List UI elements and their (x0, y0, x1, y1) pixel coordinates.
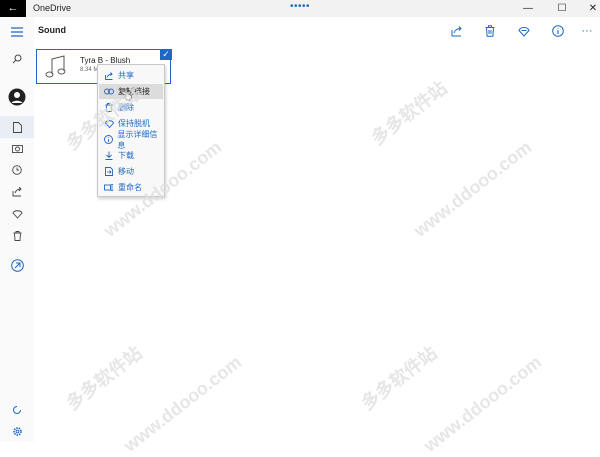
maximize-button[interactable]: ☐ (547, 0, 577, 17)
more-options-icon[interactable]: ··· (576, 21, 598, 41)
menu-label: 共享 (118, 71, 134, 80)
menu-item-download[interactable]: 下载 (99, 148, 163, 163)
drag-handle[interactable]: ••••• (285, 0, 315, 17)
minimize-button[interactable]: — (513, 0, 543, 17)
shared-icon[interactable] (0, 181, 34, 203)
menu-label: 移动 (118, 167, 134, 176)
avatar-icon[interactable] (0, 85, 34, 109)
premium-icon[interactable] (0, 254, 34, 276)
page-title: Sound (38, 25, 66, 35)
menu-label: 保持脱机 (118, 119, 150, 128)
watermark-text: 多多软件站 (62, 342, 146, 414)
files-icon[interactable] (0, 116, 34, 138)
photos-icon[interactable] (0, 137, 34, 159)
menu-label: 重命名 (118, 183, 142, 192)
settings-icon[interactable] (0, 420, 34, 442)
menu-item-show-details[interactable]: 显示详细信息 (99, 130, 163, 150)
watermark-url: www.ddooo.com (410, 136, 536, 241)
app-title: OneDrive (33, 3, 72, 13)
rename-icon (102, 184, 116, 191)
keep-offline-icon[interactable] (513, 21, 535, 41)
watermark-url: www.ddooo.com (420, 351, 546, 456)
back-button[interactable]: ← (0, 0, 26, 17)
recent-icon[interactable] (0, 159, 34, 181)
menu-item-move[interactable]: 移动 (99, 164, 163, 179)
recycle-bin-icon[interactable] (0, 225, 34, 247)
menu-label: 下载 (118, 151, 134, 160)
move-icon (102, 167, 116, 176)
sync-icon[interactable] (0, 399, 34, 421)
selection-checkbox[interactable]: ✓ (160, 49, 172, 60)
title-bar: ← OneDrive ••••• — ☐ ✕ (0, 0, 600, 17)
hamburger-menu-icon[interactable] (0, 21, 34, 43)
delete-icon[interactable] (479, 21, 501, 41)
info-icon (102, 135, 115, 144)
search-icon[interactable] (0, 48, 34, 70)
watermark-text: 多多软件站 (357, 342, 441, 414)
offline-icon[interactable] (0, 203, 34, 225)
watermark-text: 多多软件站 (367, 77, 451, 149)
close-button[interactable]: ✕ (578, 0, 600, 17)
share-icon[interactable] (446, 21, 468, 41)
music-note-icon (45, 55, 67, 79)
share-icon (102, 71, 116, 80)
download-icon (102, 151, 116, 160)
nav-rail (0, 17, 34, 442)
file-size: 8.34 M (80, 67, 99, 73)
watermark-url: www.ddooo.com (120, 351, 246, 456)
info-icon[interactable] (547, 21, 569, 41)
